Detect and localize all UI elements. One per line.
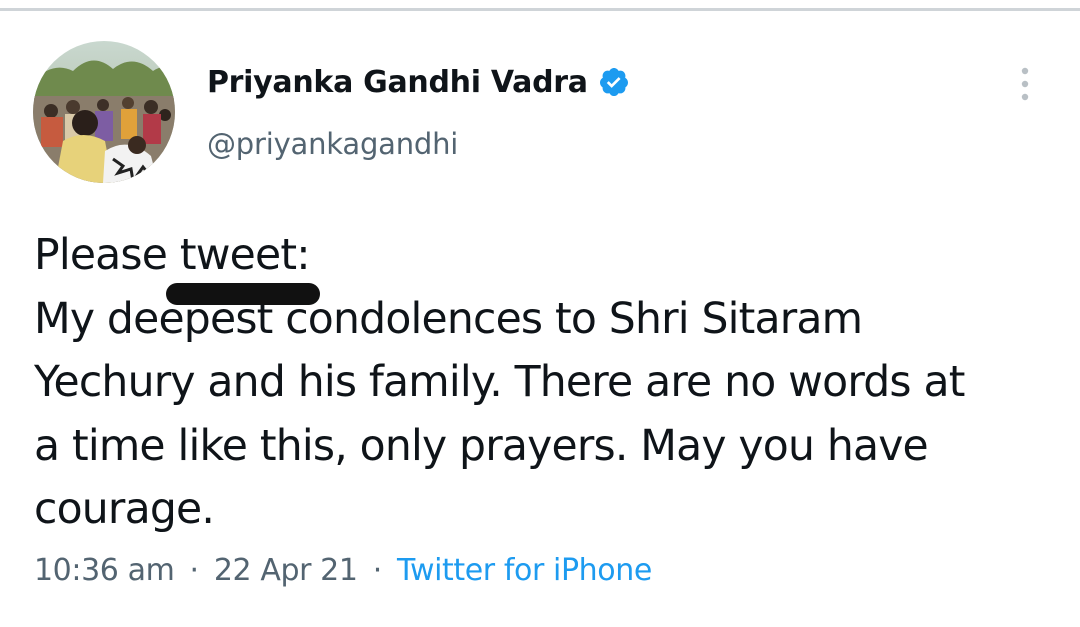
author-name-row: Priyanka Gandhi Vadra xyxy=(207,60,630,104)
more-options-icon xyxy=(1021,67,1029,101)
tweet-meta: 10:36 am · 22 Apr 21 · Twitter for iPhon… xyxy=(34,553,652,588)
tweet-text-line: courage. xyxy=(34,485,215,534)
redaction-mark xyxy=(166,283,320,305)
tweet-source-link[interactable]: Twitter for iPhone xyxy=(397,553,652,588)
tweet-date[interactable]: 22 Apr 21 xyxy=(214,553,358,588)
avatar[interactable] xyxy=(33,41,175,183)
meta-separator: · xyxy=(189,553,200,588)
tweet-time[interactable]: 10:36 am xyxy=(34,553,175,588)
verified-badge-icon xyxy=(598,66,630,98)
tweet-text-line: Yechury and his family. There are no wor… xyxy=(34,358,965,407)
tweet-body: Please tweet: My deepest condolences to … xyxy=(34,224,1064,542)
tweet-text-line: a time like this, only prayers. May you … xyxy=(34,421,929,471)
author-display-name[interactable]: Priyanka Gandhi Vadra xyxy=(207,65,588,100)
profile-photo-avatar-icon xyxy=(33,41,175,183)
more-options-button[interactable] xyxy=(1010,64,1040,104)
author-handle[interactable]: @priyankagandhi xyxy=(207,127,458,161)
tweet-text-line: Please tweet: xyxy=(34,231,311,280)
top-divider xyxy=(0,8,1080,11)
meta-separator: · xyxy=(372,553,383,588)
